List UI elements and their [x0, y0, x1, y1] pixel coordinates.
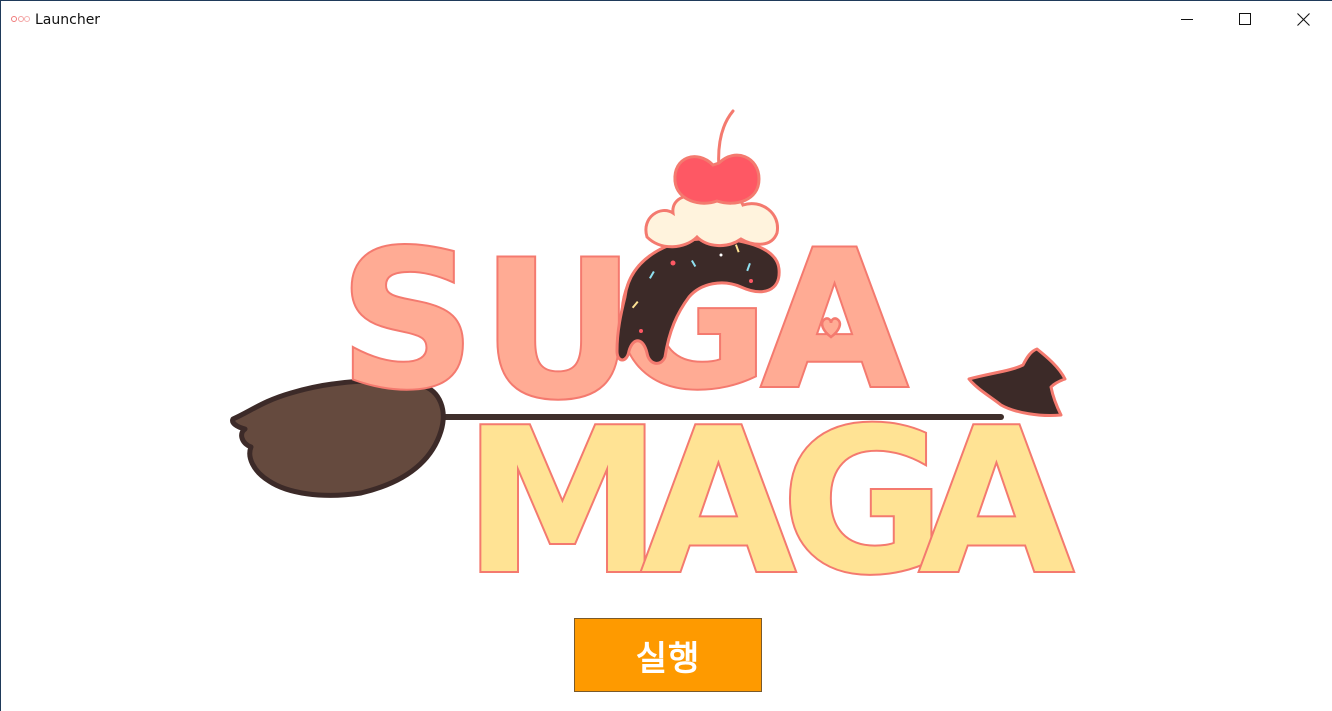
logo-letter-a3: A	[919, 386, 1074, 619]
run-button[interactable]: 실행	[574, 618, 762, 692]
suga-maga-logo: S U G A M A G A	[230, 109, 1076, 621]
cherry	[673, 153, 761, 205]
logo-letter-m: M	[463, 386, 662, 619]
logo-line-maga: M A G A	[461, 384, 1076, 621]
logo-letter-a2: A	[641, 386, 796, 619]
launcher-window: Launcher S U G A M A G A 실행	[0, 0, 1332, 711]
logo-letter-s: S	[339, 210, 476, 431]
